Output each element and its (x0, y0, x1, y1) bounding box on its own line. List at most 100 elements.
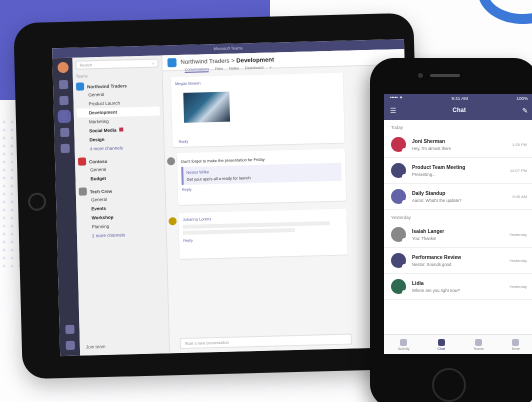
channel-label: Design (89, 136, 105, 143)
channel-tab[interactable]: + (269, 66, 271, 71)
avatar (391, 253, 407, 269)
promo-scene: Microsoft Teams Search ⌕ Teams Northwind… (0, 0, 532, 402)
post-author: Megan Bowen (174, 80, 201, 87)
search-icon: ⌕ (152, 60, 155, 66)
breadcrumb-separator: > (231, 58, 235, 65)
avatar (391, 137, 407, 153)
tab-label: More (511, 346, 520, 351)
chat-list-item[interactable]: Performance Review Nestor: Sounds good Yes… (384, 248, 532, 274)
channel-item[interactable]: Budget (78, 172, 161, 183)
channel-label: General (90, 196, 108, 203)
chat-preview: Where are you right now? (412, 287, 460, 293)
teams-icon (474, 338, 482, 346)
chat-name: Performance Review (412, 254, 462, 261)
team-logo-icon (75, 82, 85, 91)
compose-box[interactable]: Start a new conversation (179, 333, 352, 350)
bottom-tab-bar: Activity Chat Teams More (384, 334, 532, 354)
channel-label: General (90, 166, 107, 173)
team-logo-icon (78, 187, 87, 196)
channel-label: Planning (91, 223, 110, 230)
avatar (391, 189, 407, 205)
chat-list-item[interactable]: Joni Sherman Hey, I'm almost there 1:25 PM (384, 132, 532, 158)
chat-time: 12:07 PM (509, 168, 527, 173)
feedback-icon[interactable] (65, 340, 75, 351)
tab-teams[interactable]: Teams (473, 338, 484, 351)
clock: 9:41 AM (451, 95, 468, 101)
channel-label: 4 more channels (89, 145, 124, 152)
teams-list: Search ⌕ Teams Northwind Traders General P… (72, 55, 171, 356)
team-name: Northwind Traders (87, 82, 127, 89)
chat-list: Today Joni Sherman Hey, I'm almost there 1:… (384, 120, 532, 300)
chat-preview: Aaron: What's the update? (412, 197, 462, 203)
battery: 100% (516, 95, 528, 101)
compose-icon[interactable]: ✎ (522, 107, 528, 115)
channel-label: 2 more channels (91, 232, 126, 239)
channel-tab[interactable]: Notes (229, 66, 239, 71)
team-logo-icon (77, 157, 87, 166)
chat-list-item[interactable]: Isaiah Langer You: Thanks! Yesterday (384, 222, 532, 248)
chat-list-item[interactable]: Product Team Meeting Presenting... 12:07 P… (384, 158, 532, 184)
teams-icon[interactable] (57, 109, 71, 124)
search-input[interactable]: Search ⌕ (75, 58, 159, 70)
channel-tab[interactable]: Dashboard (245, 66, 264, 71)
tab-more[interactable]: More (511, 338, 520, 351)
more-icon (512, 338, 520, 346)
channel-label: Workshop (91, 214, 114, 221)
speaker (430, 74, 460, 77)
avatar (391, 227, 407, 243)
channel-item[interactable]: 2 more channels (80, 229, 163, 240)
channel-label: General (88, 91, 105, 98)
breadcrumb-team[interactable]: Northwind Traders (180, 58, 229, 65)
join-team-link[interactable]: Join team (86, 344, 106, 350)
channel-label: Product Launch (88, 100, 121, 107)
avatar (391, 279, 407, 295)
channel-label: Budget (90, 175, 107, 182)
files-icon[interactable] (60, 143, 70, 154)
reply-link[interactable]: Reply (179, 140, 189, 144)
chat-preview: Nestor: Sounds good (412, 261, 452, 267)
meetings-icon[interactable] (59, 127, 69, 138)
chat-icon (437, 338, 445, 346)
camera (418, 73, 423, 78)
phone-screen: ••••• ✦ 9:41 AM 100% ☰ Chat ✎ Today Joni … (384, 94, 532, 354)
channel-tabs: Conversations Files Notes Dashboard + (184, 66, 272, 73)
phone-device: ••••• ✦ 9:41 AM 100% ☰ Chat ✎ Today Joni … (370, 58, 532, 402)
tab-activity[interactable]: Activity (398, 338, 410, 351)
activity-icon[interactable] (58, 79, 68, 90)
phone-home-button (432, 368, 466, 402)
avatar (391, 163, 407, 179)
avatar (168, 217, 177, 226)
chat-time: 9:40 AM (512, 194, 527, 199)
chat-list-item[interactable]: Lidia Where are you right now? Yesterday (384, 274, 532, 300)
avatar (166, 157, 176, 166)
post-quote: Nestor Wilke Get your app's all a ready … (181, 162, 342, 185)
reply-link[interactable]: Reply (183, 235, 343, 243)
tab-label: Activity (398, 346, 410, 351)
chat-name: Daily Standup (412, 190, 446, 197)
store-icon[interactable] (64, 324, 75, 335)
channel-item[interactable]: 4 more channels (78, 142, 161, 153)
channel-tab[interactable]: Conversations (184, 67, 210, 73)
chat-preview: Presenting... (412, 171, 436, 177)
channel-label: Events (91, 205, 107, 212)
reply-link[interactable]: Reply (182, 184, 342, 192)
post-card: Don't forget to make the presentation fo… (176, 148, 347, 206)
teams-section-label: Teams (75, 73, 88, 79)
status-bar: ••••• ✦ 9:41 AM 100% (384, 94, 532, 102)
team-logo-icon (167, 58, 177, 68)
channel-label: Social Media (89, 127, 117, 134)
chat-icon[interactable] (58, 95, 69, 106)
activity-icon (400, 338, 408, 346)
channel-tab[interactable]: Files (215, 67, 223, 72)
chat-time: Yesterday (509, 284, 527, 289)
chat-name: Product Team Meeting (412, 164, 466, 171)
chat-time: Yesterday (509, 258, 527, 263)
chat-list-item[interactable]: Daily Standup Aaron: What's the update? 9:… (384, 184, 532, 210)
post-image[interactable] (183, 91, 231, 123)
tab-chat[interactable]: Chat (437, 338, 445, 351)
avatar[interactable] (56, 61, 69, 74)
breadcrumb: Northwind Traders > Development (180, 57, 274, 65)
chat-name: Isaiah Langer (412, 228, 445, 235)
search-placeholder: Search (79, 62, 93, 68)
menu-icon[interactable]: ☰ (390, 107, 396, 115)
